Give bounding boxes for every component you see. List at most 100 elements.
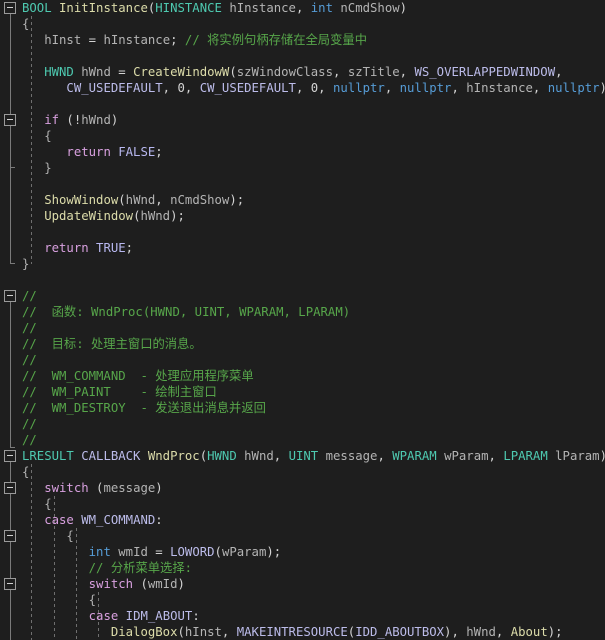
code-token: nullptr xyxy=(399,81,452,95)
code-token: ( xyxy=(88,481,104,495)
code-token: WM_COMMAND xyxy=(81,513,156,527)
code-line-8[interactable]: if (!hWnd) xyxy=(22,112,118,128)
code-token: ( xyxy=(133,577,148,591)
code-token: , xyxy=(155,193,171,207)
code-token: hWnd xyxy=(244,449,274,463)
code-token: nullptr xyxy=(332,81,385,95)
code-token: , xyxy=(532,81,548,95)
code-line-14[interactable]: UpdateWindow(hWnd); xyxy=(22,208,185,224)
code-token: ) xyxy=(177,577,185,591)
code-line-34[interactable]: { xyxy=(22,528,74,544)
code-token: // WM_PAINT - 绘制主窗口 xyxy=(22,385,217,399)
code-token: message xyxy=(325,449,378,463)
code-token: = xyxy=(110,65,134,79)
code-line-13[interactable]: ShowWindow(hWnd, nCmdShow); xyxy=(22,192,244,208)
code-line-37[interactable]: switch (wmId) xyxy=(22,576,185,592)
code-token: , xyxy=(377,449,393,463)
code-token: CreateWindowW xyxy=(133,65,230,79)
code-line-10[interactable]: return FALSE; xyxy=(22,144,162,160)
code-token: : xyxy=(192,609,200,623)
code-line-1[interactable]: BOOL InitInstance(HINSTANCE hInstance, i… xyxy=(22,0,407,16)
code-token: ( xyxy=(177,625,185,639)
code-token: message xyxy=(103,481,156,495)
code-token: = xyxy=(81,33,104,47)
code-token: , xyxy=(184,81,200,95)
code-token: DialogBox xyxy=(110,625,178,639)
code-token: About xyxy=(510,625,548,639)
code-token: ShowWindow xyxy=(44,193,119,207)
code-line-6[interactable]: CW_USEDEFAULT, 0, CW_USEDEFAULT, 0, null… xyxy=(22,80,605,96)
code-token: ( xyxy=(214,545,222,559)
code-line-22[interactable]: // 目标: 处理主窗口的消息。 xyxy=(22,336,202,352)
code-token: ); xyxy=(170,209,185,223)
code-line-30[interactable]: { xyxy=(22,464,29,480)
code-line-9[interactable]: { xyxy=(22,128,51,144)
code-token: // xyxy=(22,289,37,303)
code-line-33[interactable]: case WM_COMMAND: xyxy=(22,512,163,528)
code-token: { xyxy=(44,497,52,511)
code-line-21[interactable]: // xyxy=(22,320,37,336)
code-token: ( xyxy=(199,449,208,463)
code-token: int xyxy=(310,1,333,15)
code-token: switch xyxy=(88,577,134,591)
code-editor-surface[interactable]: BOOL InitInstance ( HINSTANCE hInstance, i… xyxy=(0,0,605,640)
code-token: hInstance xyxy=(103,33,171,47)
code-line-29[interactable]: LRESULT CALLBACK WndProc(HWND hWnd, UINT… xyxy=(22,448,605,464)
code-line-11[interactable]: } xyxy=(22,160,51,176)
code-line-31[interactable]: switch (message) xyxy=(22,480,163,496)
code-line-25[interactable]: // WM_PAINT - 绘制主窗口 xyxy=(22,384,217,400)
code-line-36[interactable]: // 分析菜单选择: xyxy=(22,560,192,576)
code-line-17[interactable]: } xyxy=(22,256,29,272)
code-token: // WM_COMMAND - 处理应用程序菜单 xyxy=(22,369,254,383)
code-token: InitInstance xyxy=(59,1,148,15)
code-token: { xyxy=(88,593,97,607)
code-line-20[interactable]: // 函数: WndProc(HWND, UINT, WPARAM, LPARA… xyxy=(22,304,350,320)
code-line-16[interactable]: return TRUE; xyxy=(22,240,133,256)
code-line-19[interactable]: // xyxy=(22,288,37,304)
code-token: szWindowClass xyxy=(236,65,333,79)
code-token: wParam xyxy=(221,545,267,559)
code-line-40[interactable]: DialogBox(hInst, MAKEINTRESOURCE(IDD_ABO… xyxy=(22,624,563,640)
code-token: LRESULT xyxy=(22,449,74,463)
code-line-28[interactable]: // xyxy=(22,432,37,448)
code-line-38[interactable]: { xyxy=(22,592,96,608)
code-token: IDM_ABOUT xyxy=(125,609,193,623)
code-line-27[interactable]: // xyxy=(22,416,37,432)
code-token: hInst xyxy=(44,33,82,47)
code-line-35[interactable]: int wmId = LOWORD(wParam); xyxy=(22,544,282,560)
code-line-39[interactable]: case IDM_ABOUT: xyxy=(22,608,200,624)
code-token: // 目标: 处理主窗口的消息。 xyxy=(22,337,202,351)
code-token: , xyxy=(495,625,511,639)
code-token: { xyxy=(66,529,74,543)
code-token: WndProc xyxy=(147,449,200,463)
code-token: , xyxy=(295,1,311,15)
code-line-32[interactable]: { xyxy=(22,496,52,512)
code-token: , xyxy=(273,449,289,463)
code-token: hWnd xyxy=(81,65,111,79)
code-line-23[interactable]: // xyxy=(22,352,37,368)
code-token: BOOL xyxy=(22,1,52,15)
code-line-3[interactable]: hInst = hInstance; // 将实例句柄存储在全局变量中 xyxy=(22,32,367,48)
code-token: CALLBACK xyxy=(81,449,141,463)
code-token: HINSTANCE xyxy=(155,1,222,15)
code-token: { xyxy=(22,17,30,31)
code-text-layer[interactable]: BOOL InitInstance ( HINSTANCE hInstance, i… xyxy=(0,0,605,640)
code-line-24[interactable]: // WM_COMMAND - 处理应用程序菜单 xyxy=(22,368,254,384)
code-line-5[interactable]: HWND hWnd = CreateWindowW(szWindowClass,… xyxy=(22,64,562,80)
code-token: : xyxy=(155,513,163,527)
code-line-2[interactable]: { xyxy=(22,16,29,32)
code-token: hWnd xyxy=(81,113,111,127)
code-token: int xyxy=(88,545,111,559)
code-line-26[interactable]: // WM_DESTROY - 发送退出消息并返回 xyxy=(22,400,266,416)
code-token: ) xyxy=(155,481,163,495)
code-token: wmId xyxy=(147,577,178,591)
code-token: , xyxy=(221,625,237,639)
code-token: ) xyxy=(600,449,605,463)
